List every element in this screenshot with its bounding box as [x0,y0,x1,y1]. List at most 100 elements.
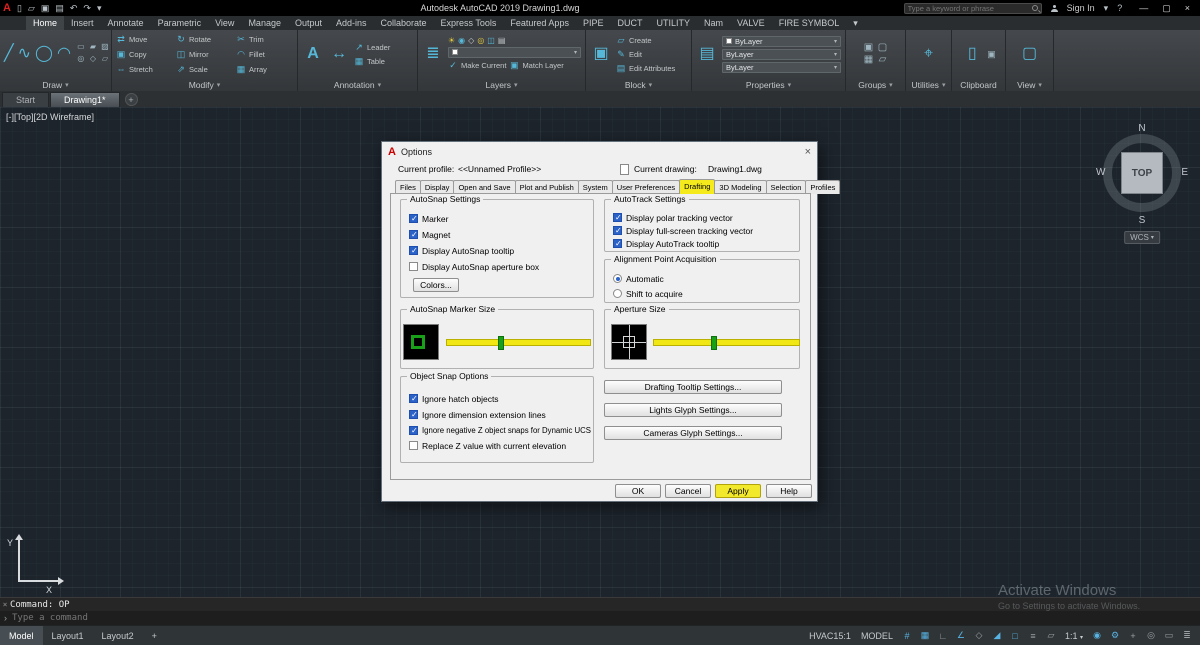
layers-panel-label[interactable]: Layers▾ [418,78,585,91]
lights-glyph-settings-button[interactable]: Lights Glyph Settings... [604,403,782,417]
paste-tool-icon[interactable]: ▯ [961,46,983,62]
leader-tool[interactable]: ↗Leader [354,41,390,53]
draw-extra-tools[interactable]: ▭▰▨◎◇▱ [75,42,111,66]
help-search-input[interactable] [908,4,1029,13]
measure-tool-icon[interactable]: ⌖ [918,46,940,62]
properties-panel-label[interactable]: Properties▾ [692,78,845,91]
autosnap-tooltip-checkbox-row[interactable]: Display AutoSnap tooltip [409,245,514,256]
annotation-visibility-icon[interactable]: ◉ [1089,628,1105,644]
line-tool-icon[interactable]: ╱ [4,46,14,62]
draw-panel-label[interactable]: Draw▾ [0,78,111,91]
open-file-icon[interactable]: ▱ [28,4,35,13]
checkbox[interactable] [409,426,418,435]
new-file-icon[interactable]: ▯ [17,4,22,13]
dialog-close-icon[interactable]: × [805,146,811,158]
viewcube-north[interactable]: N [1138,123,1145,134]
isolate-objects-icon[interactable]: ◎ [1143,628,1159,644]
ribbon-tab-output[interactable]: Output [288,16,329,30]
viewport-scale-label[interactable]: HVAC15:1 [805,631,855,641]
ribbon-tab-nam[interactable]: Nam [697,16,730,30]
tab-user-preferences[interactable]: User Preferences [612,180,680,194]
command-close-icon[interactable]: × [0,600,10,609]
panel-expand-icon[interactable]: ▾ [217,81,221,89]
ribbon-tab-fire-symbol[interactable]: FIRE SYMBOL [772,16,847,30]
ribbon-tab-home[interactable]: Home [26,16,64,30]
polar-tracking-icon[interactable]: ∠ [953,628,969,644]
aperture-size-slider-track[interactable] [653,339,800,346]
model-space-button[interactable]: MODEL [857,631,897,641]
clean-screen-icon[interactable]: ▭ [1161,628,1177,644]
group-tools[interactable]: ▣▢▦▱ [862,42,890,66]
minimize-icon[interactable]: — [1139,3,1148,14]
edit-block-tool[interactable]: ✎Edit [616,48,675,60]
layer-freeze-icon[interactable]: ◇ [468,37,474,45]
combo-dropdown-icon[interactable]: ▾ [834,38,837,45]
stretch-tool[interactable]: ⇔Stretch [116,65,173,74]
layer-dropdown[interactable]: ▾ [448,47,581,58]
block-panel-label[interactable]: Block▾ [586,78,691,91]
ribbon-tab-manage[interactable]: Manage [241,16,288,30]
layer-tools-strip[interactable]: ☀ ◉ ◇ ◎ ◫ ▤ [448,37,581,45]
tab-selection[interactable]: Selection [766,180,807,194]
copy-clip-icon[interactable]: ▣ [987,50,996,59]
object-snap-icon[interactable]: □ [1007,628,1023,644]
utilities-panel-label[interactable]: Utilities▾ [906,78,951,91]
wcs-dropdown[interactable]: WCS▾ [1124,231,1160,244]
view-panel-label[interactable]: View▾ [1006,78,1053,91]
magnet-checkbox-row[interactable]: Magnet [409,229,450,240]
radio-button[interactable] [613,274,622,283]
file-tab-start[interactable]: Start [2,92,49,107]
scale-tool[interactable]: ⇗Scale [176,65,233,74]
modify-panel-label[interactable]: Modify▾ [112,78,297,91]
checkbox[interactable] [409,394,418,403]
insert-block-icon[interactable]: ▣ [590,46,612,62]
isodraft-icon[interactable]: ◇ [971,628,987,644]
checkbox[interactable] [613,226,622,235]
array-tool[interactable]: ▦Array [236,65,293,74]
arc-tool-icon[interactable]: ◠ [57,46,71,62]
ribbon-tab-overflow-icon[interactable]: ▾ [846,16,865,30]
checkbox[interactable] [409,214,418,223]
signin-dropdown-icon[interactable]: ▾ [1104,3,1109,14]
panel-expand-icon[interactable]: ▾ [378,81,382,89]
checkbox[interactable] [409,246,418,255]
marker-size-slider-thumb[interactable] [498,336,504,350]
tab-open-and-save[interactable]: Open and Save [453,180,515,194]
viewcube-top-face[interactable]: TOP [1121,152,1163,194]
ribbon-tab-utility[interactable]: UTILITY [649,16,697,30]
help-icon[interactable]: ? [1117,3,1122,13]
aperture-box-checkbox-row[interactable]: Display AutoSnap aperture box [409,261,539,272]
table-tool[interactable]: ▦Table [354,55,390,67]
scale-dropdown-icon[interactable]: ▾ [1080,635,1083,641]
signin-label[interactable]: Sign In [1067,3,1095,13]
create-block-tool[interactable]: ▱Create [616,34,675,46]
maximize-icon[interactable]: ▢ [1162,3,1171,14]
make-current-tool[interactable]: ✓Make Current [448,60,506,72]
viewcube[interactable]: N TOP W E S WCS▾ [1096,123,1188,251]
layer-lock-icon[interactable]: ◎ [477,37,484,45]
ignore-negative-z-checkbox-row[interactable]: Ignore negative Z object snaps for Dynam… [409,425,591,436]
grid-toggle-icon[interactable]: # [899,628,915,644]
checkbox[interactable] [409,230,418,239]
help-search-box[interactable] [904,3,1042,14]
cancel-button[interactable]: Cancel [665,484,711,498]
ribbon-tab-view[interactable]: View [208,16,241,30]
command-input[interactable] [12,613,312,623]
panel-expand-icon[interactable]: ▾ [889,81,893,89]
view-tool-icon[interactable]: ▢ [1019,46,1041,62]
search-icon[interactable] [1032,5,1038,11]
viewcube-south[interactable]: S [1139,215,1146,226]
viewcube-west[interactable]: W [1096,167,1105,178]
lineweight-dropdown[interactable]: ByLayer▾ [722,62,841,73]
redo-icon[interactable]: ↷ [83,4,91,13]
checkbox[interactable] [409,262,418,271]
ribbon-tab-express-tools[interactable]: Express Tools [434,16,504,30]
file-tab-drawing1[interactable]: Drawing1* [50,92,120,107]
checkbox[interactable] [613,239,622,248]
autotrack-tooltip-checkbox-row[interactable]: Display AutoTrack tooltip [613,238,719,249]
trim-tool[interactable]: ✂Trim [236,35,293,44]
shift-to-acquire-radio-row[interactable]: Shift to acquire [613,288,683,299]
layer-on-icon[interactable]: ☀ [448,37,455,45]
object-snap-tracking-icon[interactable]: ◢ [989,628,1005,644]
replace-z-checkbox-row[interactable]: Replace Z value with current elevation [409,440,566,451]
